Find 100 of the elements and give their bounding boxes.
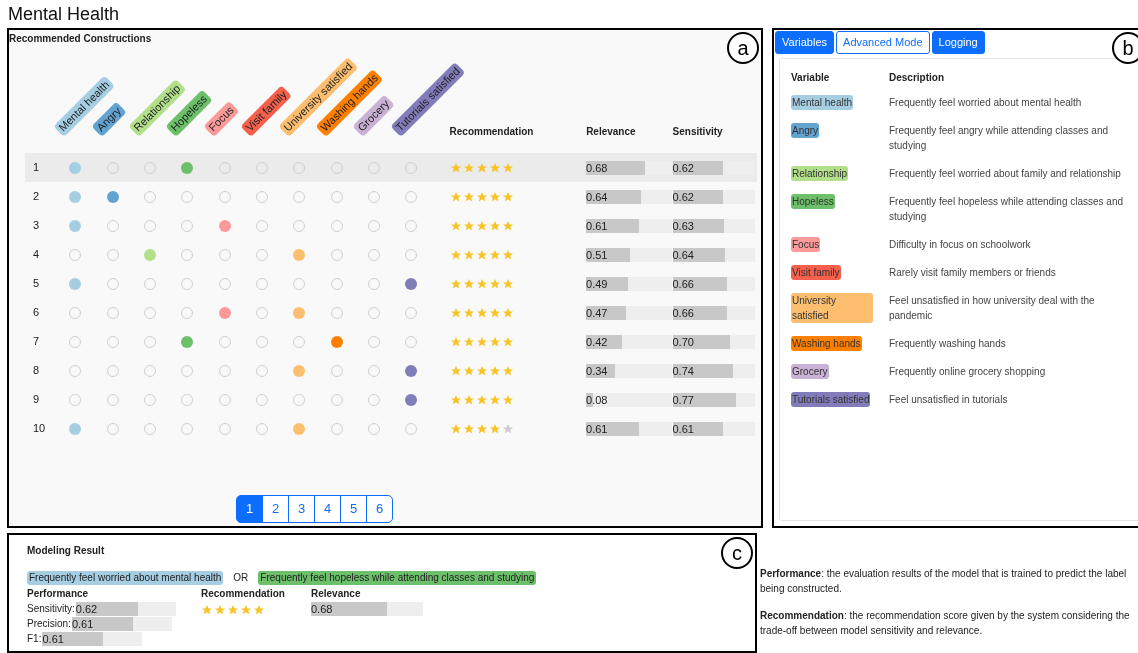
value-text: 0.08 bbox=[586, 392, 608, 407]
star-icon bbox=[475, 306, 488, 319]
value-text: 0.68 bbox=[586, 160, 608, 175]
tab-button[interactable]: Advanced Mode bbox=[836, 31, 930, 54]
tab-button[interactable]: Variables bbox=[775, 31, 835, 54]
value-text: 0.61 bbox=[586, 421, 608, 436]
column-header: Relevance bbox=[586, 125, 637, 139]
construction-row[interactable]: 10 0.61 0.61 bbox=[25, 414, 757, 443]
variable-description: Frequently feel worried about mental health bbox=[889, 96, 1083, 110]
section-heading: Recommendation bbox=[201, 587, 286, 601]
construction-row[interactable]: 8 0.34 0.74 bbox=[25, 356, 757, 385]
star-icon bbox=[449, 422, 462, 435]
star-icon bbox=[449, 219, 462, 232]
star-icon bbox=[240, 604, 252, 616]
star-icon bbox=[501, 190, 514, 203]
row-number: 9 bbox=[32, 392, 41, 408]
column-header: Variable bbox=[791, 71, 831, 85]
star-icon bbox=[501, 335, 514, 348]
value-text: 0.66 bbox=[672, 276, 694, 291]
star-icon bbox=[488, 277, 501, 290]
operator-text: OR bbox=[233, 571, 249, 585]
variable-tag: Mental health bbox=[791, 95, 854, 110]
star-icon bbox=[201, 604, 213, 616]
star-icon bbox=[488, 248, 501, 261]
construction-row[interactable]: 4 0.51 0.64 bbox=[25, 240, 757, 269]
variable-description: Frequently feel angry while attending classes and studying bbox=[889, 124, 1110, 153]
variable-description: Frequently feel hopeless while attending classes and studying bbox=[889, 195, 1125, 224]
star-icon bbox=[462, 335, 475, 348]
star-icon bbox=[501, 422, 514, 435]
star-icon bbox=[488, 422, 501, 435]
value-text: 0.68 bbox=[311, 601, 333, 616]
star-icon bbox=[488, 306, 501, 319]
variable-tag: Visit family bbox=[791, 265, 841, 280]
construction-row[interactable]: 3 0.61 0.63 bbox=[25, 211, 757, 240]
variable-tag: Hopeless bbox=[791, 194, 835, 209]
construction-row[interactable]: 1 0.68 0.62 bbox=[25, 153, 757, 182]
row-number: 4 bbox=[32, 247, 41, 263]
variable-description: Feel unsatisfied in tutorials bbox=[889, 393, 1009, 407]
construction-row[interactable]: 6 0.47 0.66 bbox=[25, 298, 757, 327]
page-button[interactable]: 2 bbox=[262, 495, 289, 523]
row-number: 5 bbox=[32, 276, 41, 292]
star-icon bbox=[449, 335, 462, 348]
value-text: 0.63 bbox=[672, 218, 694, 233]
column-header: Description bbox=[889, 71, 944, 85]
panel-marker: c bbox=[721, 537, 753, 569]
star-icon bbox=[449, 364, 462, 377]
page-button[interactable]: 1 bbox=[236, 495, 263, 523]
construction-row[interactable]: 2 0.64 0.62 bbox=[25, 182, 757, 211]
value-text: 0.74 bbox=[672, 363, 694, 378]
star-icon bbox=[253, 604, 265, 616]
tab-button[interactable]: Logging bbox=[931, 31, 985, 54]
star-icon bbox=[449, 190, 462, 203]
row-number: 7 bbox=[32, 334, 41, 350]
page-title: Mental Health bbox=[7, 3, 121, 26]
variable-tag: Washing hands bbox=[791, 336, 862, 351]
page-button[interactable]: 4 bbox=[314, 495, 341, 523]
star-icon bbox=[475, 393, 488, 406]
star-icon bbox=[462, 306, 475, 319]
page-button[interactable]: 3 bbox=[288, 495, 315, 523]
page-button[interactable]: 5 bbox=[340, 495, 367, 523]
note-paragraph: Recommendation: the recommendation score given by the system considering the trade-off between model sensitivity and relevance. bbox=[760, 609, 1131, 638]
star-icon bbox=[501, 161, 514, 174]
value-text: 0.49 bbox=[586, 276, 608, 291]
value-text: 0.51 bbox=[586, 247, 608, 262]
construction-tag: Frequently feel worried about mental health bbox=[27, 570, 224, 585]
star-icon bbox=[214, 604, 226, 616]
value-text: 0.64 bbox=[672, 247, 694, 262]
panel-marker: a bbox=[727, 32, 759, 64]
star-icon bbox=[462, 161, 475, 174]
construction-row[interactable]: 9 0.08 0.77 bbox=[25, 385, 757, 414]
star-icon bbox=[488, 190, 501, 203]
value-text: 0.61 bbox=[42, 631, 64, 646]
variable-tag: University satisfied bbox=[791, 293, 873, 323]
construction-row[interactable]: 7 0.42 0.70 bbox=[25, 327, 757, 356]
metric-label: Sensitivity: bbox=[27, 602, 75, 616]
star-icon bbox=[462, 277, 475, 290]
row-number: 3 bbox=[32, 218, 41, 234]
star-icon bbox=[462, 422, 475, 435]
value-text: 0.70 bbox=[672, 334, 694, 349]
star-icon bbox=[501, 393, 514, 406]
value-text: 0.62 bbox=[672, 189, 694, 204]
star-icon bbox=[462, 393, 475, 406]
star-icon bbox=[501, 219, 514, 232]
construction-row[interactable]: 5 0.49 0.66 bbox=[25, 269, 757, 298]
star-icon bbox=[475, 219, 488, 232]
star-icon bbox=[475, 190, 488, 203]
star-icon bbox=[488, 335, 501, 348]
page-button[interactable]: 6 bbox=[366, 495, 393, 523]
variable-tag: Focus bbox=[791, 237, 821, 252]
variable-tag: Tutorials satisfied bbox=[791, 392, 871, 407]
variable-tag: Relationship bbox=[791, 166, 849, 181]
star-icon bbox=[449, 248, 462, 261]
value-text: 0.66 bbox=[672, 305, 694, 320]
variable-tag: Angry bbox=[791, 123, 820, 138]
row-number: 8 bbox=[32, 363, 41, 379]
star-icon bbox=[501, 248, 514, 261]
star-icon bbox=[449, 277, 462, 290]
row-number: 1 bbox=[32, 160, 41, 176]
star-icon bbox=[449, 393, 462, 406]
star-icon bbox=[488, 219, 501, 232]
